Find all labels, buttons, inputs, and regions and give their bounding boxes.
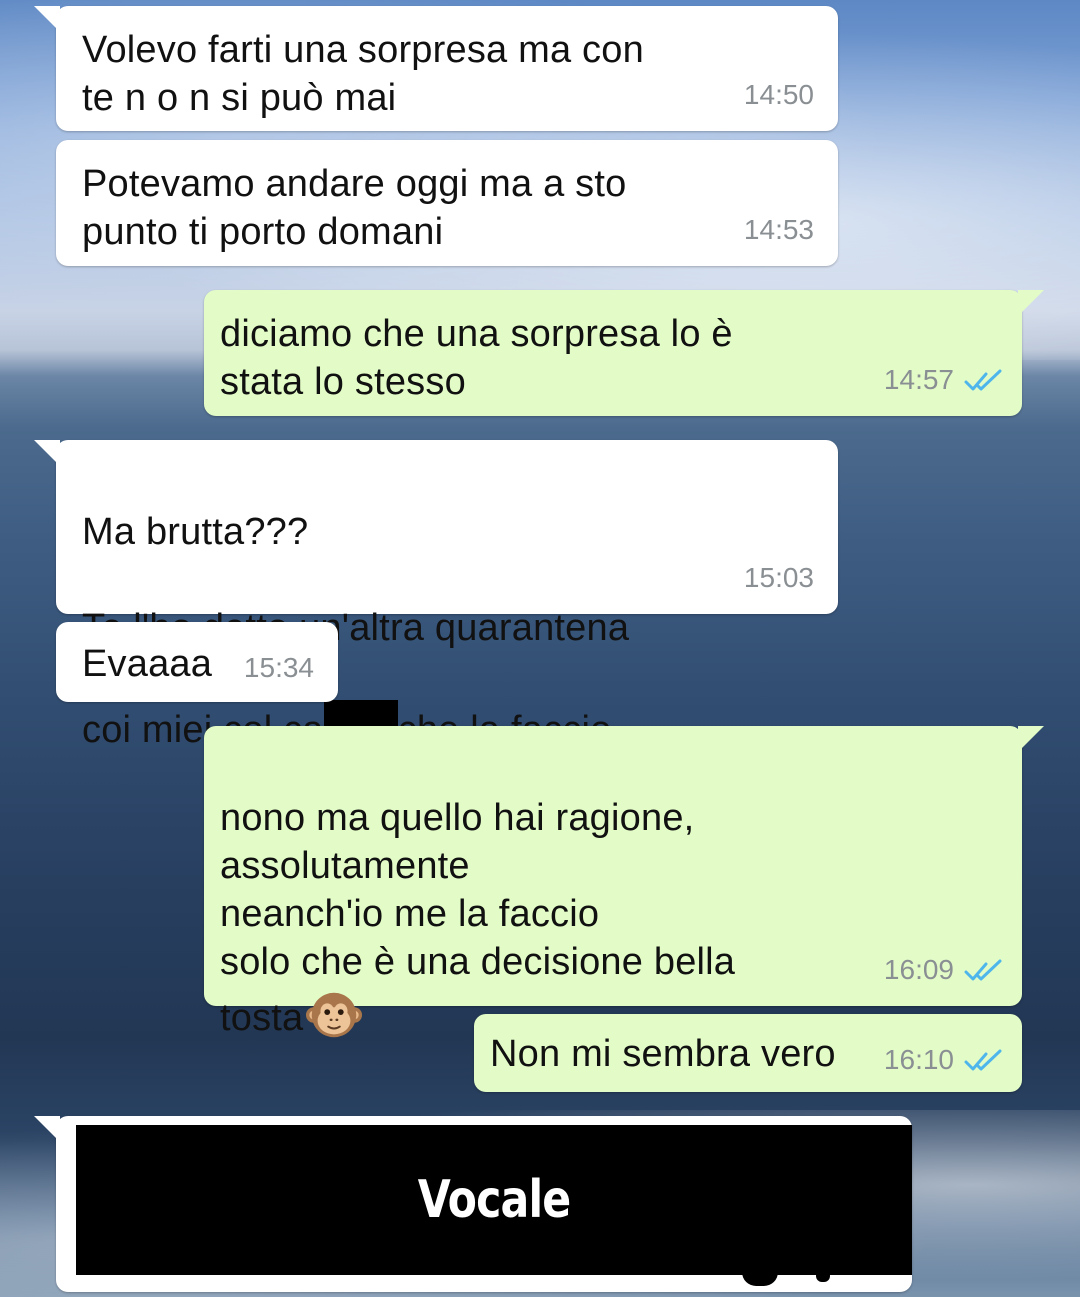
monkey-face-icon: [306, 992, 363, 1038]
message-bubble-incoming[interactable]: Evaaaa 15:34: [56, 622, 338, 702]
message-time: 14:57: [883, 364, 954, 395]
message-bubble-outgoing[interactable]: nono ma quello hai ragione, assolutament…: [204, 726, 1044, 1039]
message-body: nono ma quello hai ragione, assolutament…: [220, 797, 736, 983]
message-text: Potevamo andare oggi ma a sto punto ti p…: [82, 163, 627, 253]
message-bubble-incoming[interactable]: Volevo farti una sorpresa ma con te n o …: [34, 6, 838, 131]
message-text: Volevo farti una sorpresa ma con te n o …: [82, 29, 644, 119]
message-bubble-outgoing[interactable]: diciamo che una sorpresa lo è stata lo s…: [204, 290, 1044, 416]
double-check-icon: [964, 1049, 1002, 1071]
message-text: diciamo che una sorpresa lo è stata lo s…: [220, 313, 733, 403]
message-text: Evaaaa: [82, 643, 213, 685]
voice-redaction-overlay: Vocale: [76, 1125, 912, 1275]
message-bubble-incoming[interactable]: Ma brutta??? Te l'ho detto un'altra quar…: [34, 440, 838, 754]
redaction-mark: [742, 1266, 778, 1286]
message-line: Ma brutta???: [82, 511, 309, 553]
message-time: 15:03: [743, 562, 814, 593]
message-time: 16:09: [883, 954, 954, 985]
double-check-icon: [964, 369, 1002, 391]
message-time: 14:50: [743, 79, 814, 110]
message-last-word: tosta: [220, 997, 304, 1039]
message-time: 14:53: [743, 214, 814, 245]
voice-overlay-label: Vocale: [417, 1170, 571, 1230]
message-time: 16:10: [883, 1044, 954, 1075]
message-bubble-outgoing[interactable]: Non mi sembra vero 16:10: [474, 1014, 1022, 1092]
message-time: 15:34: [243, 652, 314, 683]
double-check-icon: [964, 959, 1002, 981]
message-bubble-incoming[interactable]: Potevamo andare oggi ma a sto punto ti p…: [56, 140, 838, 266]
redaction-mark: [816, 1270, 830, 1282]
message-text: Non mi sembra vero: [490, 1033, 836, 1075]
